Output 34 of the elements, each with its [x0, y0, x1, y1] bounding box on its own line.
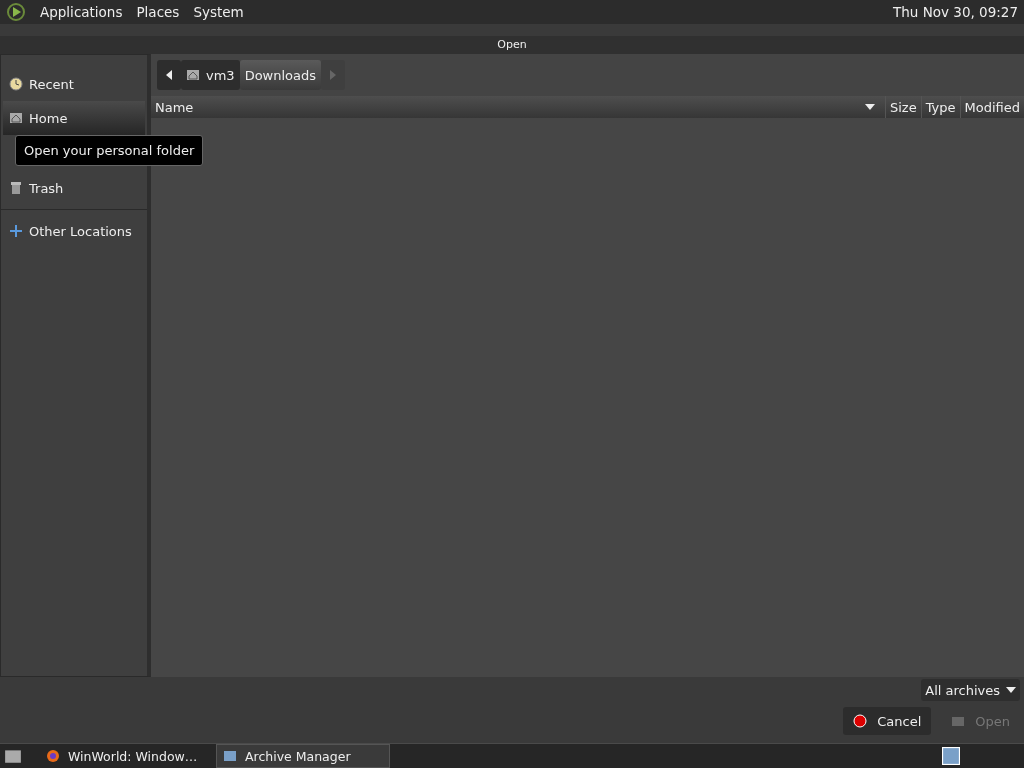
window-title: Open	[497, 37, 527, 53]
caret-icon	[1006, 687, 1016, 693]
tooltip: Open your personal folder	[15, 135, 204, 166]
archive-icon	[223, 749, 237, 763]
filter-dropdown[interactable]: All archives	[921, 679, 1020, 701]
column-header[interactable]: Name	[151, 96, 865, 118]
right-arrow-icon	[330, 70, 337, 80]
menu-item[interactable]: Applications	[40, 4, 123, 20]
desktop-icon[interactable]	[4, 748, 22, 764]
folder-icon	[951, 714, 966, 728]
clock[interactable]: Thu Nov 30, 09:27	[893, 4, 1018, 20]
sidebar-item[interactable]: Trash	[3, 171, 145, 205]
path-button[interactable]: vm3	[181, 60, 240, 90]
sort-arrow-icon[interactable]	[864, 104, 875, 110]
menu-item[interactable]: Places	[136, 4, 180, 20]
left-arrow-icon	[166, 70, 172, 80]
cancel-button[interactable]: Cancel	[843, 707, 932, 735]
home-folder-icon	[186, 68, 200, 82]
sidebar-item[interactable]: Recent	[3, 67, 145, 101]
clock-icon	[9, 77, 23, 91]
logo-icon[interactable]	[6, 2, 26, 22]
plus-icon	[9, 224, 23, 238]
sidebar-item[interactable]: Other Locations	[3, 214, 145, 248]
sidebar-item[interactable]: Home	[3, 101, 145, 135]
taskbar-item[interactable]: Archive Manager	[216, 744, 390, 768]
browser-icon	[46, 749, 60, 763]
taskbar-item[interactable]: WinWorld: Window…	[40, 745, 212, 767]
home-folder-icon	[9, 111, 23, 125]
archive-icon[interactable]	[942, 747, 960, 765]
back-button[interactable]	[157, 60, 181, 90]
stop-icon	[853, 714, 868, 728]
path-button[interactable]: Downloads	[239, 60, 322, 90]
menu-item[interactable]: System	[193, 4, 244, 20]
trash-icon	[9, 181, 23, 195]
